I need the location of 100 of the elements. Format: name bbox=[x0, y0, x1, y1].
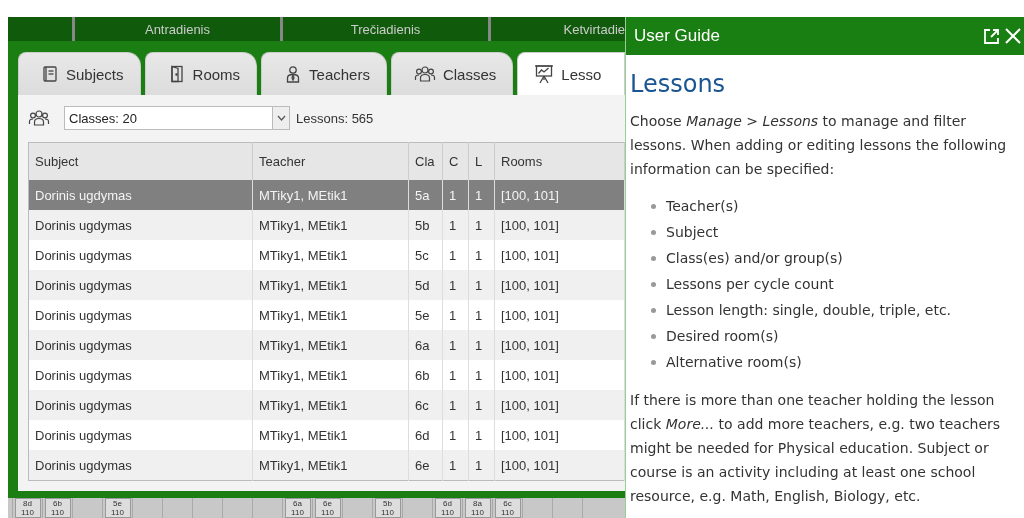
bullet-icon bbox=[651, 256, 656, 261]
table-cell: [100, 101] bbox=[494, 330, 625, 360]
panel-title: User Guide bbox=[634, 26, 721, 46]
table-cell: 1 bbox=[468, 240, 495, 270]
table-cell: MTiky1, MEtik1 bbox=[252, 360, 409, 390]
column-header[interactable]: Subject bbox=[28, 142, 253, 180]
lesson-card[interactable]: 5b 110 bbox=[374, 498, 401, 518]
bullet-icon bbox=[651, 230, 656, 235]
lesson-card[interactable]: 6c 110 bbox=[494, 498, 521, 518]
bullet-icon bbox=[651, 334, 656, 339]
table-cell: Dorinis ugdymas bbox=[28, 270, 253, 300]
classes-dropdown[interactable]: Classes: 20 bbox=[64, 106, 290, 130]
paragraph: If there is more than one teacher holding the lesson click More... to add more teachers, e.g. two teachers might be needed for Physical education. Subject or course is an activity including at least one school resource, e.g. Math, English, Biology, etc. bbox=[630, 391, 1002, 506]
table-cell: [100, 101] bbox=[494, 240, 625, 270]
column-header[interactable]: Cla bbox=[408, 142, 443, 180]
table-cell: 1 bbox=[442, 240, 469, 270]
table-cell: 6d bbox=[408, 420, 443, 450]
table-cell: Dorinis ugdymas bbox=[28, 210, 253, 240]
table-cell: 1 bbox=[442, 450, 469, 481]
open-external-button[interactable] bbox=[981, 27, 1002, 45]
table-cell: Dorinis ugdymas bbox=[28, 390, 253, 420]
day-header: Trečiadienis bbox=[280, 17, 488, 41]
table-cell: Dorinis ugdymas bbox=[28, 420, 253, 450]
table-cell: 1 bbox=[468, 270, 495, 300]
list-item: Lessons per cycle count bbox=[666, 275, 834, 294]
table-cell: 6a bbox=[408, 330, 443, 360]
table-cell: 1 bbox=[468, 330, 495, 360]
column-header[interactable]: L bbox=[468, 142, 495, 180]
table-cell: 5e bbox=[408, 300, 443, 330]
table-cell: [100, 101] bbox=[494, 300, 625, 330]
tab[interactable]: Subjects bbox=[18, 52, 141, 95]
lesson-card[interactable]: 8d 110 bbox=[14, 498, 41, 518]
table-cell: 1 bbox=[442, 270, 469, 300]
table-cell: [100, 101] bbox=[494, 180, 625, 210]
list-item: Subject bbox=[666, 223, 719, 242]
day-header: Antradienis bbox=[72, 17, 280, 41]
tab[interactable]: Lesso bbox=[517, 52, 625, 95]
table-cell: 1 bbox=[468, 450, 495, 481]
section-heading: Lessons bbox=[630, 69, 727, 99]
list-item: Desired room(s) bbox=[666, 327, 779, 346]
lesson-card[interactable]: 6b 110 bbox=[44, 498, 71, 518]
table-cell: MTiky1, MEtik1 bbox=[252, 330, 409, 360]
column-header[interactable]: Rooms bbox=[494, 142, 625, 180]
table-cell: [100, 101] bbox=[494, 360, 625, 390]
column-header[interactable]: Teacher bbox=[252, 142, 409, 180]
book-icon bbox=[41, 65, 59, 83]
table-cell: 1 bbox=[442, 360, 469, 390]
presentation-board-icon bbox=[534, 64, 555, 84]
table-cell: [100, 101] bbox=[494, 270, 625, 300]
tab[interactable]: Classes bbox=[390, 52, 514, 95]
close-icon bbox=[1004, 27, 1022, 45]
tab[interactable]: Rooms bbox=[144, 52, 258, 95]
table-cell: [100, 101] bbox=[494, 210, 625, 240]
table-cell: Dorinis ugdymas bbox=[28, 450, 253, 481]
close-button[interactable] bbox=[1002, 27, 1024, 45]
table-cell: 6e bbox=[408, 450, 443, 481]
lesson-card[interactable]: 8a 110 bbox=[464, 498, 491, 518]
table-cell: Dorinis ugdymas bbox=[28, 360, 253, 390]
caret-icon bbox=[276, 115, 286, 121]
table-cell: 1 bbox=[442, 210, 469, 240]
table-cell: MTiky1, MEtik1 bbox=[252, 420, 409, 450]
table-cell: 1 bbox=[442, 180, 469, 210]
paragraph: Choose Manage > Lessons to manage and filter lessons. When adding or editing lessons the following information can be specified: bbox=[630, 112, 1008, 179]
bullet-icon bbox=[651, 282, 656, 287]
table-cell: [100, 101] bbox=[494, 450, 625, 481]
table-cell: MTiky1, MEtik1 bbox=[252, 450, 409, 481]
lesson-card[interactable]: 6d 110 bbox=[434, 498, 461, 518]
table-cell: 1 bbox=[468, 210, 495, 240]
table-cell: [100, 101] bbox=[494, 390, 625, 420]
table-cell: 1 bbox=[468, 300, 495, 330]
table-cell: 1 bbox=[468, 390, 495, 420]
table-cell: 5b bbox=[408, 210, 443, 240]
lesson-card[interactable]: 6a 110 bbox=[284, 498, 311, 518]
table-cell: MTiky1, MEtik1 bbox=[252, 390, 409, 420]
group-icon bbox=[28, 109, 50, 127]
table-cell: Dorinis ugdymas bbox=[28, 180, 253, 210]
table-cell: MTiky1, MEtik1 bbox=[252, 210, 409, 240]
bullet-icon bbox=[651, 308, 656, 313]
table-cell: 6c bbox=[408, 390, 443, 420]
table-cell: Dorinis ugdymas bbox=[28, 300, 253, 330]
external-link-icon bbox=[983, 27, 1000, 45]
table-cell: MTiky1, MEtik1 bbox=[252, 270, 409, 300]
table-cell: 1 bbox=[442, 330, 469, 360]
table-cell: 5c bbox=[408, 240, 443, 270]
column-header[interactable]: C bbox=[442, 142, 469, 180]
bullet-icon bbox=[651, 360, 656, 365]
bullet-icon bbox=[651, 204, 656, 209]
lessons-count: Lessons: 565 bbox=[296, 110, 374, 126]
table-cell: [100, 101] bbox=[494, 420, 625, 450]
list-item: Teacher(s) bbox=[666, 197, 739, 216]
lesson-card[interactable]: 5e 110 bbox=[104, 498, 131, 518]
table-cell: 1 bbox=[468, 420, 495, 450]
table-cell: 1 bbox=[442, 420, 469, 450]
table-cell: 1 bbox=[468, 180, 495, 210]
list-item: Class(es) and/or group(s) bbox=[666, 249, 843, 268]
table-cell: MTiky1, MEtik1 bbox=[252, 240, 409, 270]
tab[interactable]: Teachers bbox=[261, 52, 387, 95]
list-item: Lesson length: single, double, triple, etc. bbox=[666, 301, 952, 320]
table-cell: 5a bbox=[408, 180, 443, 210]
lesson-card[interactable]: 6e 110 bbox=[314, 498, 341, 518]
